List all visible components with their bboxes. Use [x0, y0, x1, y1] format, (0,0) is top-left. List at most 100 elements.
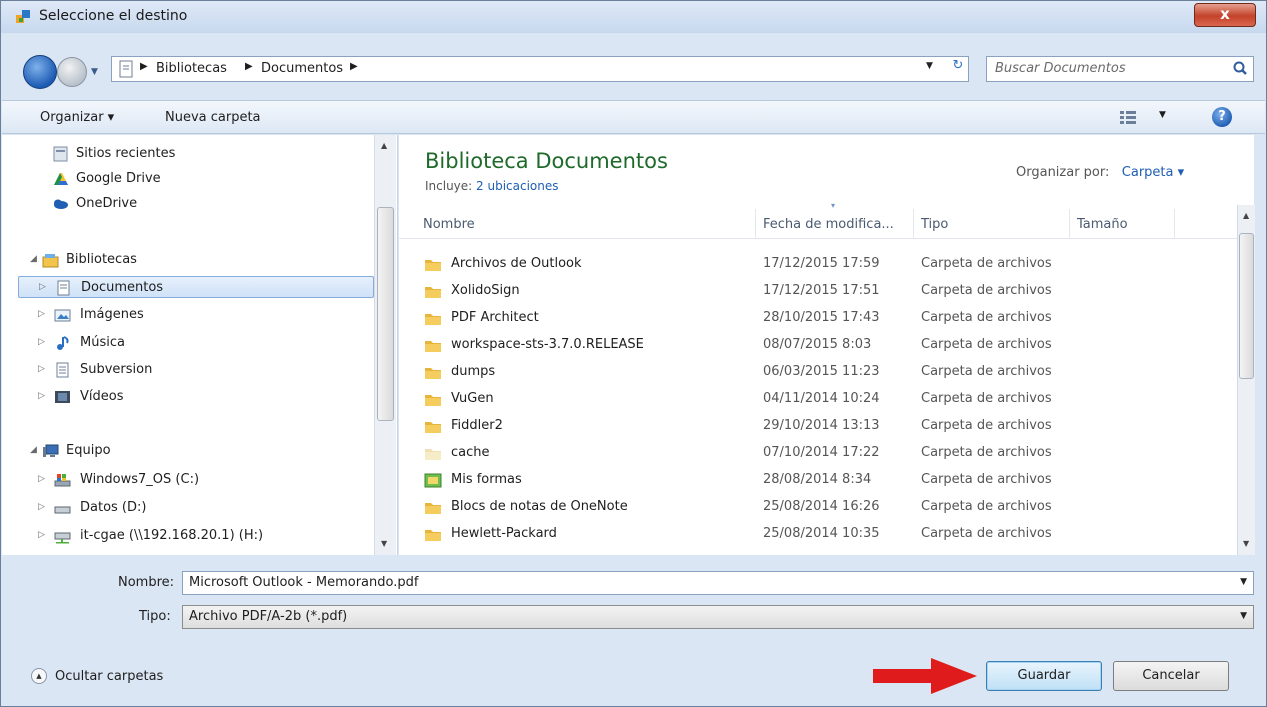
nav-item-google-drive[interactable]: Google Drive [52, 168, 352, 190]
nav-scrollbar[interactable]: ▲ ▼ [374, 135, 396, 555]
file-row[interactable]: cache 07/10/2014 17:22 Carpeta de archiv… [399, 440, 1239, 467]
file-row[interactable]: Mis formas 28/08/2014 8:34 Carpeta de ar… [399, 467, 1239, 494]
collapsed-arrow-icon[interactable]: ▷ [39, 282, 46, 292]
expanded-arrow-icon[interactable]: ◢ [30, 254, 37, 264]
cancel-button[interactable]: Cancelar [1113, 661, 1229, 691]
library-includes: Incluye: 2 ubicaciones [425, 179, 559, 193]
nav-item-videos[interactable]: ▷ Vídeos [38, 386, 368, 408]
save-button[interactable]: Guardar [986, 661, 1102, 691]
nav-label: Google Drive [76, 171, 161, 186]
collapsed-arrow-icon[interactable]: ▷ [38, 391, 45, 401]
scroll-up-icon[interactable]: ▲ [1243, 211, 1249, 220]
collapsed-arrow-icon[interactable]: ▷ [38, 502, 45, 512]
search-box[interactable] [986, 56, 1254, 82]
subversion-icon [56, 362, 69, 378]
includes-label: Incluye: [425, 179, 473, 193]
column-type-header[interactable]: Tipo [921, 217, 948, 232]
view-dropdown-icon[interactable]: ▼ [1159, 110, 1166, 120]
nav-item-pictures[interactable]: ▷ Imágenes [38, 304, 368, 326]
file-row[interactable]: dumps 06/03/2015 11:23 Carpeta de archiv… [399, 359, 1239, 386]
breadcrumb-separator-icon[interactable]: ▶ [140, 61, 148, 72]
search-icon[interactable] [1231, 60, 1249, 78]
collapsed-arrow-icon[interactable]: ▷ [38, 530, 45, 540]
file-row[interactable]: Fiddler2 29/10/2014 13:13 Carpeta de arc… [399, 413, 1239, 440]
nav-item-drive-c[interactable]: ▷ Windows7_OS (C:) [38, 469, 368, 491]
history-dropdown-icon[interactable]: ▼ [91, 61, 105, 83]
nav-label: Subversion [80, 362, 153, 377]
nav-item-computer[interactable]: ◢ Equipo [30, 440, 370, 462]
drive-c-icon [54, 474, 71, 487]
expanded-arrow-icon[interactable]: ◢ [30, 445, 37, 455]
pictures-icon [54, 309, 71, 322]
file-row[interactable]: workspace-sts-3.7.0.RELEASE 08/07/2015 8… [399, 332, 1239, 359]
collapsed-arrow-icon[interactable]: ▷ [38, 337, 45, 347]
file-type: Carpeta de archivos [921, 283, 1052, 298]
nav-item-network-drive[interactable]: ▷ it-cgae (\\192.168.20.1) (H:) [38, 525, 368, 547]
forward-button[interactable] [57, 57, 87, 87]
file-row[interactable]: Hewlett-Packard 25/08/2014 10:35 Carpeta… [399, 521, 1239, 548]
nav-label: it-cgae (\\192.168.20.1) (H:) [80, 528, 264, 543]
filename-dropdown-icon[interactable]: ▼ [1240, 577, 1247, 587]
scroll-down-icon[interactable]: ▼ [1243, 539, 1249, 548]
folder-icon [425, 395, 441, 406]
refresh-icon[interactable]: ↻ [947, 58, 969, 80]
nav-label: Imágenes [80, 307, 144, 322]
nav-item-onedrive[interactable]: OneDrive [52, 193, 352, 215]
column-name-header[interactable]: Nombre [423, 217, 475, 232]
file-list-scrollbar[interactable]: ▲ ▼ [1237, 205, 1255, 555]
file-name: VuGen [451, 391, 494, 406]
nav-item-subversion[interactable]: ▷ Subversion [38, 359, 368, 381]
title-bar: Seleccione el destino x [1, 1, 1266, 33]
filename-value[interactable]: Microsoft Outlook - Memorando.pdf [189, 575, 418, 590]
new-folder-button[interactable]: Nueva carpeta [165, 110, 261, 125]
column-header-row: Nombre Fecha de modifica... Tipo Tamaño [399, 209, 1239, 239]
nav-item-drive-d[interactable]: ▷ Datos (D:) [38, 497, 368, 519]
back-button[interactable] [23, 55, 57, 89]
breadcrumb-documentos[interactable]: Documentos [261, 61, 343, 76]
hide-folders-label: Ocultar carpetas [55, 669, 164, 684]
file-type: Carpeta de archivos [921, 472, 1052, 487]
nav-item-libraries[interactable]: ◢ Bibliotecas [30, 249, 370, 271]
close-button[interactable]: x [1194, 3, 1256, 27]
file-row[interactable]: Archivos de Outlook 17/12/2015 17:59 Car… [399, 251, 1239, 278]
collapsed-arrow-icon[interactable]: ▷ [38, 474, 45, 484]
scroll-down-icon[interactable]: ▼ [381, 539, 387, 548]
nav-item-music[interactable]: ▷ Música [38, 332, 368, 354]
folder-icon [425, 260, 441, 271]
arrange-dropdown[interactable]: Carpeta ▾ [1122, 165, 1184, 180]
search-input[interactable] [995, 61, 1215, 76]
filename-field[interactable]: Microsoft Outlook - Memorando.pdf ▼ [182, 571, 1254, 595]
help-icon[interactable]: ? [1212, 107, 1232, 127]
file-row[interactable]: PDF Architect 28/10/2015 17:43 Carpeta d… [399, 305, 1239, 332]
folder-icon [425, 422, 441, 433]
command-bar: Organizar ▾ Nueva carpeta [2, 100, 1265, 134]
nav-scroll-thumb[interactable] [377, 207, 394, 421]
column-size-header[interactable]: Tamaño [1077, 217, 1128, 232]
folder-icon [425, 287, 441, 298]
scroll-up-icon[interactable]: ▲ [381, 141, 387, 150]
onedrive-icon [54, 199, 68, 209]
view-options-icon[interactable] [1119, 109, 1137, 125]
file-list-scroll-thumb[interactable] [1239, 233, 1254, 379]
address-bar[interactable]: ▶ Bibliotecas ▶ Documentos ▶ [111, 56, 969, 82]
filetype-select[interactable]: Archivo PDF/A-2b (*.pdf) ▼ [182, 605, 1254, 629]
file-row[interactable]: Blocs de notas de OneNote 25/08/2014 16:… [399, 494, 1239, 521]
nav-item-documents[interactable]: ▷ Documentos [18, 276, 374, 298]
folder-icon [425, 530, 441, 541]
locations-link[interactable]: 2 ubicaciones [476, 179, 558, 193]
file-name: XolidoSign [451, 283, 520, 298]
organize-button[interactable]: Organizar ▾ [40, 110, 114, 125]
collapsed-arrow-icon[interactable]: ▷ [38, 364, 45, 374]
nav-item-recent[interactable]: Sitios recientes [52, 143, 352, 165]
file-row[interactable]: VuGen 04/11/2014 10:24 Carpeta de archiv… [399, 386, 1239, 413]
column-date-header[interactable]: Fecha de modifica... [763, 217, 894, 232]
address-dropdown-icon[interactable]: ▼ [926, 61, 933, 71]
file-type: Carpeta de archivos [921, 364, 1052, 379]
breadcrumb-separator-icon[interactable]: ▶ [350, 61, 358, 72]
file-date: 28/10/2015 17:43 [763, 310, 880, 325]
file-row[interactable]: XolidoSign 17/12/2015 17:51 Carpeta de a… [399, 278, 1239, 305]
breadcrumb-separator-icon[interactable]: ▶ [245, 61, 253, 72]
collapsed-arrow-icon[interactable]: ▷ [38, 309, 45, 319]
breadcrumb-bibliotecas[interactable]: Bibliotecas [156, 61, 227, 76]
filetype-dropdown-icon[interactable]: ▼ [1240, 611, 1247, 621]
